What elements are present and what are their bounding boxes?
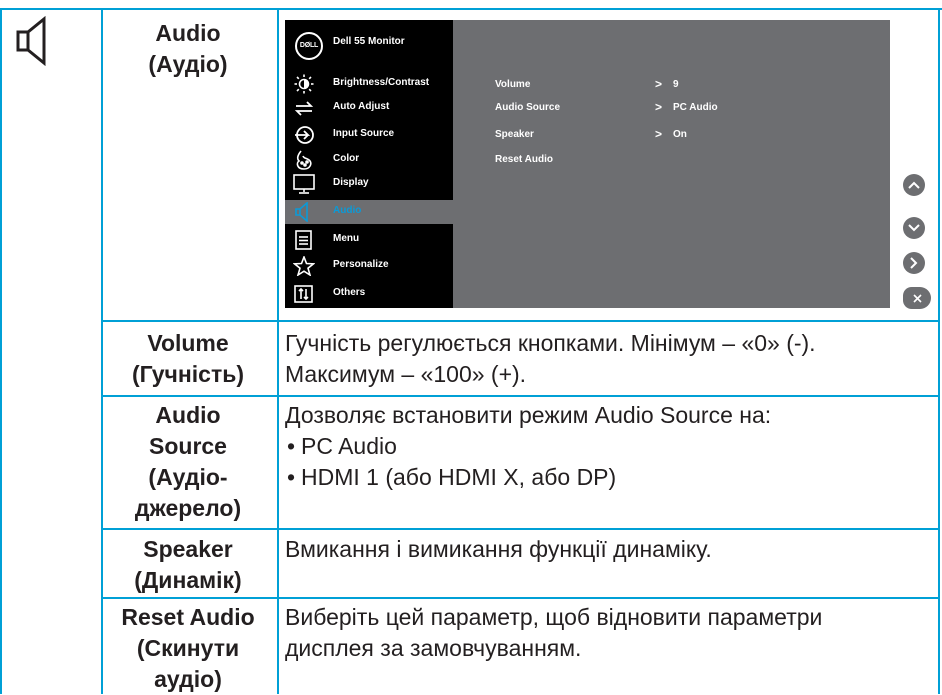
menu-item-label: Others	[333, 287, 366, 298]
input-source-icon	[293, 125, 315, 145]
down-icon	[908, 224, 920, 232]
submenu-speaker-value: On	[673, 129, 687, 140]
right-icon	[910, 257, 918, 269]
star-icon	[292, 254, 316, 277]
brightness-icon	[293, 74, 315, 94]
color-icon	[293, 150, 315, 170]
down-button[interactable]	[903, 217, 925, 239]
chevron-right-icon: >	[655, 127, 663, 141]
others-icon	[293, 284, 315, 304]
menu-item-menu[interactable]: Menu	[285, 228, 453, 252]
osd-title: Dell 55 Monitor	[333, 36, 405, 47]
menu-item-display[interactable]: Display	[285, 172, 453, 196]
close-icon	[912, 293, 922, 303]
param-line: (Аудіо-	[148, 464, 228, 490]
desc-line: Дозволяє встановити режим Audio Source н…	[285, 402, 772, 428]
row-divider-1	[103, 320, 940, 322]
table-border-right	[938, 8, 940, 694]
desc-line: Виберіть цей параметр, щоб відновити пар…	[285, 604, 823, 630]
menu-item-label: Menu	[333, 233, 360, 244]
chevron-right-icon: >	[655, 100, 663, 114]
list-item: HDMI 1 (або HDMI X, або DP)	[285, 462, 935, 493]
menu-item-input-source[interactable]: Input Source	[285, 123, 453, 147]
table-border-top	[0, 8, 942, 10]
osd-menu: DØLL Dell 55 Monitor Brightness/Contrast…	[285, 20, 890, 308]
up-icon	[908, 181, 920, 189]
param-line: Audio	[155, 20, 221, 46]
menu-item-auto-adjust[interactable]: Auto Adjust	[285, 96, 453, 120]
row-divider-2	[103, 395, 940, 397]
submenu-speaker-label[interactable]: Speaker	[495, 129, 534, 140]
close-button[interactable]	[903, 287, 931, 309]
display-icon	[293, 174, 315, 194]
speaker-icon	[293, 201, 315, 223]
speaker-icon	[14, 15, 58, 67]
submenu-volume-value: 9	[673, 79, 679, 90]
desc-line: Максимум – «100» (+).	[285, 361, 527, 387]
up-button[interactable]	[903, 174, 925, 196]
submenu-reset-audio-label[interactable]: Reset Audio	[495, 154, 553, 165]
menu-item-personalize[interactable]: Personalize	[285, 254, 453, 278]
desc-reset-audio: Виберіть цей параметр, щоб відновити пар…	[285, 602, 935, 664]
menu-item-audio[interactable]: Audio	[285, 200, 453, 224]
menu-icon	[293, 230, 315, 250]
param-line: Audio	[155, 402, 221, 428]
auto-adjust-icon	[293, 98, 315, 118]
param-audio-source: Audio Source (Аудіо- джерело)	[102, 400, 274, 524]
desc-audio-source: Дозволяє встановити режим Audio Source н…	[285, 400, 935, 493]
param-line: (Аудіо)	[148, 51, 228, 77]
param-line: (Динамік)	[134, 567, 242, 593]
param-line: Volume	[147, 330, 229, 356]
menu-item-others[interactable]: Others	[285, 282, 453, 306]
row-divider-3	[103, 528, 940, 530]
menu-item-color[interactable]: Color	[285, 148, 453, 172]
param-speaker: Speaker (Динамік)	[102, 534, 274, 596]
table-border-left	[0, 8, 2, 694]
param-line: джерело)	[134, 495, 242, 521]
desc-speaker: Вмикання і вимикання функції динаміку.	[285, 534, 935, 565]
param-line: (Скинути	[136, 635, 240, 661]
menu-item-label: Audio	[333, 205, 362, 216]
bullet-list: PC Audio HDMI 1 (або HDMI X, або DP)	[285, 431, 935, 493]
param-audio: Audio (Аудіо)	[102, 18, 274, 80]
submenu-volume-label[interactable]: Volume	[495, 79, 530, 90]
param-volume: Volume (Гучність)	[102, 328, 274, 390]
desc-line: дисплея за замовчуванням.	[285, 635, 582, 661]
menu-item-label: Input Source	[333, 128, 395, 139]
param-reset-audio: Reset Audio (Скинути аудіо)	[102, 602, 274, 695]
param-line: Source	[149, 433, 227, 459]
submenu-audio-source-label[interactable]: Audio Source	[495, 102, 560, 113]
param-line: Speaker	[143, 536, 233, 562]
list-item: PC Audio	[285, 431, 935, 462]
table-border-col2	[277, 8, 279, 694]
menu-item-label: Brightness/Contrast	[333, 77, 430, 88]
menu-item-label: Color	[333, 153, 360, 164]
param-line: аудіо)	[154, 666, 222, 692]
desc-line: Вмикання і вимикання функції динаміку.	[285, 536, 712, 562]
menu-item-label: Personalize	[333, 259, 389, 270]
param-line: Reset Audio	[121, 604, 255, 630]
submenu-audio-source-value: PC Audio	[673, 102, 718, 113]
menu-item-label: Auto Adjust	[333, 101, 390, 112]
desc-line: Гучність регулюється кнопками. Мінімум –…	[285, 330, 816, 356]
param-line: (Гучність)	[131, 361, 245, 387]
desc-volume: Гучність регулюється кнопками. Мінімум –…	[285, 328, 935, 390]
menu-item-brightness-contrast[interactable]: Brightness/Contrast	[285, 72, 453, 96]
chevron-right-icon: >	[655, 77, 663, 91]
dell-logo: DØLL	[295, 32, 323, 60]
right-button[interactable]	[903, 252, 925, 274]
menu-item-label: Display	[333, 177, 369, 188]
row-divider-4	[103, 597, 940, 599]
